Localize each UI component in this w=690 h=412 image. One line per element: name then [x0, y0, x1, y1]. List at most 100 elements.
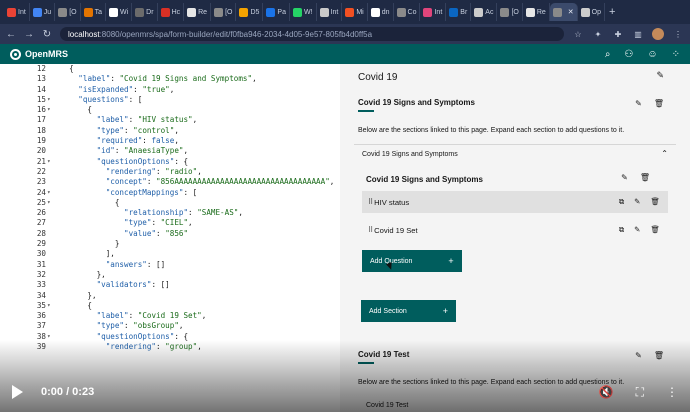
browser-tab[interactable]: Hc — [158, 3, 185, 21]
browser-tab[interactable]: Wi — [106, 3, 133, 21]
browser-tab[interactable]: [O — [55, 3, 81, 21]
delete-question-icon[interactable]: 🗑 — [650, 197, 660, 207]
browser-tab[interactable]: dn — [368, 3, 394, 21]
browser-tab[interactable]: D5 — [236, 3, 264, 21]
code-line[interactable]: 16 ▾ { — [0, 105, 340, 115]
browser-tab[interactable]: Int — [317, 3, 343, 21]
code-line[interactable]: 13 "label": "Covid 19 Signs and Symptoms… — [0, 74, 340, 84]
browser-tab[interactable]: Int — [420, 3, 447, 21]
edit-group-icon[interactable]: ✎ — [621, 173, 628, 182]
add-question-button[interactable]: Add Question + — [362, 250, 462, 272]
browser-tab[interactable]: Pa — [263, 3, 290, 21]
code-line[interactable]: 32 }, — [0, 270, 340, 280]
delete-group-icon[interactable]: 🗑 — [640, 173, 650, 182]
more-options-icon[interactable]: ⋮ — [666, 385, 678, 399]
edit-section-icon[interactable]: ✎ — [635, 351, 642, 360]
fold-icon[interactable]: ▾ — [47, 332, 51, 342]
app-switcher-icon[interactable]: ⁘ — [672, 49, 680, 60]
code-line[interactable]: 15 ▾ "questions": [ — [0, 95, 340, 105]
code-line[interactable]: 19 "required": false, — [0, 136, 340, 146]
code-line[interactable]: 18 "type": "control", — [0, 126, 340, 136]
code-line[interactable]: 22 "rendering": "radio", — [0, 167, 340, 177]
duplicate-icon[interactable]: ⧉ — [619, 197, 624, 207]
browser-menu-icon[interactable]: ⋮ — [672, 30, 684, 39]
code-line[interactable]: 28 "value": "856" — [0, 229, 340, 239]
sidebar-icon[interactable]: ▥ — [632, 30, 644, 39]
browser-tab[interactable]: Ac — [471, 3, 498, 21]
code-line[interactable]: 20 "id": "AnaesiaType", — [0, 146, 340, 156]
extension-icon[interactable]: ✦ — [592, 30, 604, 39]
code-line[interactable]: 30 ], — [0, 249, 340, 259]
browser-tab[interactable]: Op — [578, 3, 606, 21]
browser-tab[interactable]: [O — [497, 3, 523, 21]
edit-question-icon[interactable]: ✎ — [634, 225, 640, 235]
browser-tab[interactable]: Re — [523, 3, 550, 21]
browser-tab[interactable]: W! — [290, 3, 317, 21]
browser-tab[interactable]: Int — [4, 3, 30, 21]
delete-section-icon[interactable]: 🗑 — [654, 351, 664, 360]
chevron-up-icon[interactable]: ⌃ — [661, 149, 668, 158]
browser-tab[interactable]: Ju — [30, 3, 56, 21]
edit-page-icon[interactable]: ✎ — [656, 70, 664, 81]
code-line[interactable]: 24 ▾ "conceptMappings": [ — [0, 188, 340, 198]
fold-icon[interactable]: ▾ — [47, 157, 51, 167]
code-line[interactable]: 14 "isExpanded": "true", — [0, 85, 340, 95]
code-line[interactable]: 25 ▾ { — [0, 198, 340, 208]
profile-avatar[interactable] — [652, 28, 664, 40]
fold-icon[interactable]: ▾ — [47, 188, 51, 198]
schema-editor[interactable]: 12 {13 "label": "Covid 19 Signs and Symp… — [0, 64, 340, 412]
browser-tab[interactable]: [O — [211, 3, 237, 21]
forward-icon[interactable]: → — [24, 29, 34, 40]
fold-icon[interactable]: ▾ — [47, 95, 51, 105]
fold-icon[interactable]: ▾ — [47, 301, 51, 311]
browser-tab[interactable]: ✕ — [549, 3, 578, 21]
code-line[interactable]: 27 "type": "CIEL", — [0, 218, 340, 228]
reload-icon[interactable]: ↻ — [42, 29, 52, 40]
add-patient-icon[interactable]: ⚇ — [624, 49, 633, 60]
accordion-title[interactable]: Covid 19 Signs and Symptoms — [362, 151, 458, 158]
close-tab-icon[interactable]: ✕ — [568, 8, 574, 16]
browser-tab[interactable]: Co — [394, 3, 421, 21]
browser-tab[interactable]: Dr — [132, 3, 158, 21]
code-line[interactable]: 31 "answers": [] — [0, 260, 340, 270]
search-icon[interactable]: ⌕ — [605, 49, 611, 60]
delete-section-icon[interactable]: 🗑 — [654, 99, 664, 108]
add-section-button[interactable]: Add Section + — [361, 300, 457, 322]
code-line[interactable]: 29 } — [0, 239, 340, 249]
edit-question-icon[interactable]: ✎ — [634, 197, 640, 207]
back-icon[interactable]: ← — [6, 29, 16, 40]
address-bar[interactable]: localhost:8080/openmrs/spa/form-builder/… — [60, 27, 564, 41]
fold-icon[interactable]: ▾ — [47, 105, 51, 115]
edit-section-icon[interactable]: ✎ — [635, 99, 642, 108]
code-line[interactable]: 34 }, — [0, 291, 340, 301]
browser-tab[interactable]: Br — [446, 3, 472, 21]
duplicate-icon[interactable]: ⧉ — [619, 225, 624, 235]
bookmark-star-icon[interactable]: ☆ — [572, 30, 584, 39]
code-line[interactable]: 38 ▾ "questionOptions": { — [0, 332, 340, 342]
delete-question-icon[interactable]: 🗑 — [650, 225, 660, 235]
puzzle-icon[interactable]: ✚ — [612, 30, 624, 39]
code-line[interactable]: 23 "concept": "856AAAAAAAAAAAAAAAAAAAAAA… — [0, 177, 340, 187]
user-icon[interactable]: ☺ — [647, 49, 657, 60]
code-line[interactable]: 33 "validators": [] — [0, 280, 340, 290]
question-row[interactable]: ⠿ HIV status ⧉ ✎ 🗑 — [362, 191, 668, 213]
drag-handle-icon[interactable]: ⠿ — [368, 198, 373, 206]
play-icon[interactable] — [12, 385, 23, 399]
browser-tab[interactable]: Ta — [81, 3, 106, 21]
code-line[interactable]: 17 "label": "HIV status", — [0, 115, 340, 125]
code-line[interactable]: 12 { — [0, 64, 340, 74]
new-tab-icon[interactable]: + — [605, 6, 619, 18]
code-line[interactable]: 21 ▾ "questionOptions": { — [0, 157, 340, 167]
code-line[interactable]: 26 "relationship": "SAME-AS", — [0, 208, 340, 218]
question-row[interactable]: ⠿ Covid 19 Set ⧉ ✎ 🗑 — [362, 219, 668, 241]
browser-tab[interactable]: Mi — [342, 3, 368, 21]
mute-icon[interactable]: 🔇 — [599, 385, 614, 399]
code-line[interactable]: 37 "type": "obsGroup", — [0, 321, 340, 331]
drag-handle-icon[interactable]: ⠿ — [368, 226, 373, 234]
fullscreen-icon[interactable]: ⛶ — [636, 385, 644, 400]
code-line[interactable]: 39 "rendering": "group", — [0, 342, 340, 352]
fold-icon[interactable]: ▾ — [47, 198, 51, 208]
code-line[interactable]: 36 "label": "Covid 19 Set", — [0, 311, 340, 321]
browser-tab[interactable]: Re — [184, 3, 212, 21]
code-line[interactable]: 35 ▾ { — [0, 301, 340, 311]
